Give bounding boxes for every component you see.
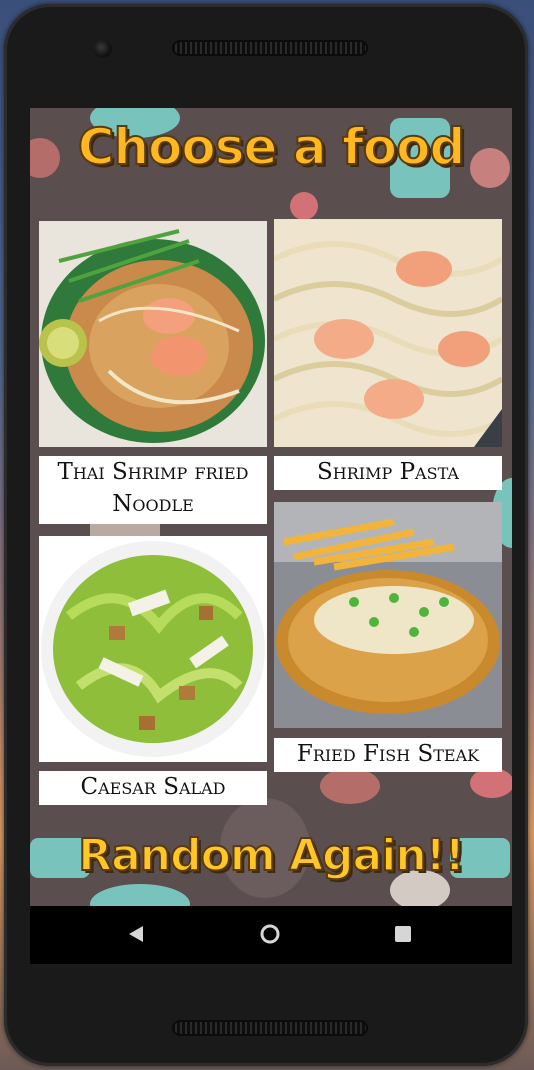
app-background: Choose a food Thai Shrimp fried Noodle S… bbox=[30, 108, 512, 906]
food-image-fried-fish-steak[interactable] bbox=[274, 502, 502, 728]
food-image-caesar-salad[interactable] bbox=[39, 536, 267, 762]
random-again-button[interactable]: Random Again!! bbox=[30, 829, 512, 882]
pink-doodle bbox=[470, 768, 512, 798]
page-title: Choose a food bbox=[77, 117, 466, 177]
yum-bubble-doodle bbox=[320, 768, 380, 804]
recents-square-icon[interactable] bbox=[394, 925, 412, 947]
food-label-shrimp-pasta: Shrimp Pasta bbox=[274, 456, 502, 490]
food-label-line-1: Thai Shrimp fried bbox=[57, 459, 249, 485]
home-circle-icon[interactable] bbox=[259, 923, 281, 949]
back-triangle-icon[interactable] bbox=[127, 924, 145, 948]
teal-blob-doodle bbox=[90, 884, 190, 906]
food-label-thai-shrimp-noodle: Thai Shrimp fried Noodle bbox=[39, 456, 267, 524]
food-label-fried-fish-steak: Fried Fish Steak bbox=[274, 738, 502, 772]
bottom-speaker-grille bbox=[172, 1020, 368, 1036]
screen: Choose a food Thai Shrimp fried Noodle S… bbox=[30, 108, 512, 964]
food-label-caesar-salad: Caesar Salad bbox=[39, 771, 267, 805]
food-image-shrimp-pasta[interactable] bbox=[274, 219, 502, 447]
front-camera bbox=[94, 40, 112, 58]
phone-frame: Choose a food Thai Shrimp fried Noodle S… bbox=[4, 4, 528, 1066]
strawberry-doodle bbox=[290, 192, 318, 220]
food-label-line-2: Noodle bbox=[112, 491, 194, 517]
android-nav-bar bbox=[30, 906, 512, 964]
food-image-thai-shrimp-noodle[interactable] bbox=[39, 221, 267, 447]
top-speaker-grille bbox=[172, 40, 368, 56]
